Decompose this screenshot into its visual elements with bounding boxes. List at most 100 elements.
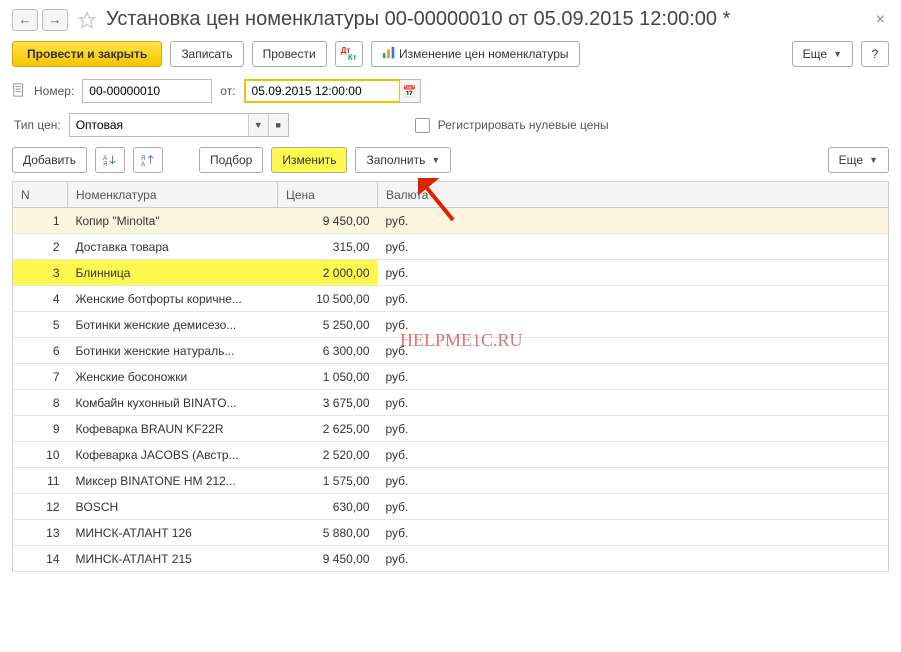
col-header-name[interactable]: Номенклатура [68,182,278,208]
table-row[interactable]: 3Блинница2 000,00руб. [13,260,889,286]
post-button[interactable]: Провести [252,41,327,67]
cell-price: 9 450,00 [278,546,378,572]
cell-price: 315,00 [278,234,378,260]
cell-price: 630,00 [278,494,378,520]
price-type-label: Тип цен: [14,118,61,132]
price-table[interactable]: N Номенклатура Цена Валюта 1Копир "Minol… [12,181,889,572]
cell-name: Доставка товара [68,234,278,260]
table-row[interactable]: 4Женские ботфорты коричне...10 500,00руб… [13,286,889,312]
cell-name: МИНСК-АТЛАНТ 126 [68,520,278,546]
help-button[interactable]: ? [861,41,889,67]
chevron-down-icon: ▼ [833,49,842,59]
table-row[interactable]: 14МИНСК-АТЛАНТ 2159 450,00руб. [13,546,889,572]
table-row[interactable]: 11Миксер BINATONE HM 212...1 575,00руб. [13,468,889,494]
cell-n: 11 [13,468,68,494]
cell-currency: руб. [378,494,889,520]
table-more-button[interactable]: Еще▼ [828,147,889,173]
more-button[interactable]: Еще ▼ [792,41,853,67]
cell-price: 3 675,00 [278,390,378,416]
cell-price: 2 000,00 [278,260,378,286]
cell-currency: руб. [378,442,889,468]
cell-n: 10 [13,442,68,468]
cell-price: 2 520,00 [278,442,378,468]
cell-name: Копир "Minolta" [68,208,278,234]
cell-price: 5 880,00 [278,520,378,546]
cell-currency: руб. [378,520,889,546]
cell-name: Миксер BINATONE HM 212... [68,468,278,494]
cell-name: Женские босоножки [68,364,278,390]
cell-name: Блинница [68,260,278,286]
favorite-star-icon[interactable] [78,11,96,29]
price-change-label: Изменение цен номенклатуры [399,47,569,61]
table-more-label: Еще [839,153,863,167]
register-zero-label: Регистрировать нулевые цены [438,118,609,132]
table-row[interactable]: 1Копир "Minolta"9 450,00руб. [13,208,889,234]
debit-credit-icon: ДтКт [341,46,357,62]
back-button[interactable]: ← [12,9,38,31]
combo-dropdown-button[interactable]: ▼ [248,114,268,136]
more-label: Еще [803,47,827,61]
cell-n: 12 [13,494,68,520]
table-row[interactable]: 10Кофеварка JACOBS (Австр...2 520,00руб. [13,442,889,468]
from-label: от: [220,84,235,98]
price-type-input[interactable] [70,114,248,136]
cell-currency: руб. [378,416,889,442]
col-header-price[interactable]: Цена [278,182,378,208]
cell-price: 2 625,00 [278,416,378,442]
cell-currency: руб. [378,286,889,312]
cell-currency: руб. [378,260,889,286]
select-button[interactable]: Подбор [199,147,263,173]
cell-n: 7 [13,364,68,390]
calendar-button[interactable]: 📅 [399,79,421,103]
cell-n: 5 [13,312,68,338]
date-input[interactable] [244,79,399,103]
cell-name: Комбайн кухонный BINATO... [68,390,278,416]
debit-credit-button[interactable]: ДтКт [335,41,363,67]
cell-currency: руб. [378,338,889,364]
cell-currency: руб. [378,546,889,572]
fill-button[interactable]: Заполнить▼ [355,147,451,173]
add-button[interactable]: Добавить [12,147,87,173]
cell-name: Кофеварка JACOBS (Австр... [68,442,278,468]
table-row[interactable]: 5Ботинки женские демисезо...5 250,00руб. [13,312,889,338]
table-row[interactable]: 2Доставка товара315,00руб. [13,234,889,260]
price-change-report-button[interactable]: Изменение цен номенклатуры [371,41,580,67]
close-icon[interactable]: × [872,11,889,29]
table-row[interactable]: 13МИНСК-АТЛАНТ 1265 880,00руб. [13,520,889,546]
change-button[interactable]: Изменить [271,147,347,173]
post-and-close-button[interactable]: Провести и закрыть [12,41,162,67]
cell-name: Женские ботфорты коричне... [68,286,278,312]
sort-asc-button[interactable]: АЯ [95,147,125,173]
sort-desc-button[interactable]: ЯА [133,147,163,173]
cell-price: 1 050,00 [278,364,378,390]
cell-price: 9 450,00 [278,208,378,234]
cell-n: 1 [13,208,68,234]
cell-currency: руб. [378,312,889,338]
cell-n: 13 [13,520,68,546]
col-header-n[interactable]: N [13,182,68,208]
cell-name: BOSCH [68,494,278,520]
svg-text:Я: Я [103,161,107,167]
cell-currency: руб. [378,364,889,390]
price-type-combo[interactable]: ▼ ■ [69,113,289,137]
cell-price: 1 575,00 [278,468,378,494]
forward-button[interactable]: → [42,9,68,31]
cell-price: 5 250,00 [278,312,378,338]
combo-open-button[interactable]: ■ [268,114,288,136]
table-row[interactable]: 8Комбайн кухонный BINATO...3 675,00руб. [13,390,889,416]
table-row[interactable]: 7Женские босоножки1 050,00руб. [13,364,889,390]
write-button[interactable]: Записать [170,41,243,67]
fill-label: Заполнить [366,153,425,167]
cell-n: 9 [13,416,68,442]
table-row[interactable]: 9Кофеварка BRAUN KF22R2 625,00руб. [13,416,889,442]
number-input[interactable] [82,79,212,103]
col-header-currency[interactable]: Валюта [378,182,889,208]
table-row[interactable]: 12BOSCH630,00руб. [13,494,889,520]
table-row[interactable]: 6Ботинки женские натураль...6 300,00руб. [13,338,889,364]
cell-n: 3 [13,260,68,286]
cell-n: 2 [13,234,68,260]
register-zero-checkbox[interactable] [415,118,430,133]
cell-currency: руб. [378,208,889,234]
cell-n: 14 [13,546,68,572]
cell-name: Кофеварка BRAUN KF22R [68,416,278,442]
